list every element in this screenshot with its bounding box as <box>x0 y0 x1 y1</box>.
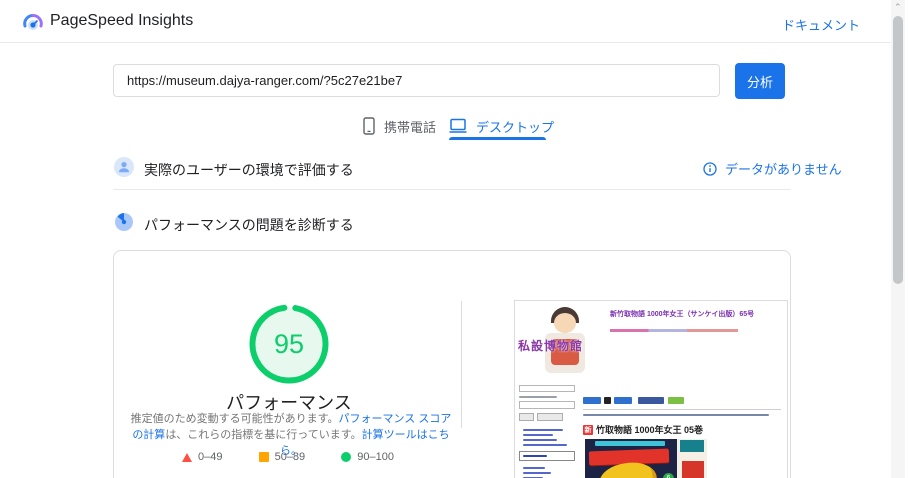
comic-cover-image: 6 <box>585 439 707 478</box>
performance-score-value: 95 <box>273 328 305 359</box>
thumb-divider <box>583 409 781 410</box>
thumb-search-box <box>519 401 575 409</box>
thumb-link-line <box>523 444 567 446</box>
thumb-link-line <box>523 467 545 469</box>
thumb-button <box>537 413 563 421</box>
card-vertical-divider <box>461 301 462 428</box>
thumb-site-name: 私設博物館 <box>518 339 584 353</box>
legend-range-label: 0–49 <box>198 451 223 463</box>
performance-score-gauge[interactable]: 95 <box>248 303 330 385</box>
thumb-share-button <box>583 397 601 404</box>
lab-section-title: パフォーマンスの問題を診断する <box>144 217 354 233</box>
thumb-link-line <box>523 455 547 457</box>
legend-orange-square-icon <box>258 452 269 462</box>
lab-data-gauge-icon <box>113 211 135 233</box>
thumb-page-title: 新竹取物語 1000年女王（サンケイ出版）65号 <box>610 311 755 318</box>
disclaimer-text-1: 推定値のため変動する可能性があります。 <box>130 413 339 425</box>
documentation-link[interactable]: ドキュメント <box>782 15 860 34</box>
thumb-share-button <box>668 397 684 404</box>
cover-volume-badge: 6 <box>663 473 674 478</box>
no-data-label: データがありません <box>725 162 842 177</box>
thumb-link-line <box>523 439 557 441</box>
thumb-text-line <box>519 396 557 398</box>
tab-desktop-label: デスクトップ <box>476 119 555 135</box>
field-section-title: 実際のユーザーの環境で評価する <box>144 162 354 178</box>
field-data-user-icon <box>113 156 135 178</box>
disclaimer-text-2: は、これらの指標を基に行っています。 <box>165 429 362 441</box>
legend-red-triangle-icon <box>182 452 192 462</box>
legend-range-label: 90–100 <box>357 451 394 463</box>
pagespeed-logo-icon <box>22 11 44 33</box>
tab-mobile-label: 携帯電話 <box>384 119 437 135</box>
tab-mobile[interactable]: 携帯電話 <box>363 114 436 138</box>
legend-item-good: 90–100 <box>341 451 394 463</box>
page-screenshot-thumbnail: 私設博物館 新竹取物語 1000年女王（サンケイ出版）65号 新 竹取物語 10… <box>514 300 788 478</box>
performance-report-card: 95 パフォーマンス 推定値のため変動する可能性があります。パフォーマンス スコ… <box>113 250 791 478</box>
thumb-article-heading: 新 竹取物語 1000年女王 05巻 <box>583 423 703 436</box>
url-input[interactable]: https://museum.dajya-ranger.com/?5c27e21… <box>113 64 720 97</box>
desktop-icon <box>449 118 467 134</box>
thumb-share-button <box>614 397 632 404</box>
thumb-link-line <box>523 472 551 474</box>
thumb-tags-line <box>583 414 769 416</box>
page-scrollbar[interactable]: ⌃ <box>891 0 905 478</box>
section-divider <box>113 189 791 190</box>
thumb-subtitle-placeholder <box>610 329 738 332</box>
active-tab-underline <box>449 137 546 140</box>
thumb-select-box <box>519 385 575 392</box>
thumb-heading-text: 竹取物語 1000年女王 05巻 <box>596 425 704 435</box>
legend-green-circle-icon <box>341 452 352 462</box>
thumb-link-line <box>523 429 563 431</box>
legend-item-average: 50–89 <box>258 451 306 463</box>
app-title[interactable]: PageSpeed Insights <box>50 12 193 30</box>
info-icon <box>703 161 717 176</box>
thumb-button <box>519 413 534 421</box>
thumb-share-button <box>638 397 664 404</box>
mobile-phone-icon <box>363 117 375 135</box>
app-header: PageSpeed Insights ドキュメント <box>0 0 896 43</box>
score-legend: 0–49 50–89 90–100 <box>182 451 394 463</box>
new-badge: 新 <box>583 424 593 435</box>
legend-range-label: 50–89 <box>274 451 306 463</box>
scrollbar-up-arrow-icon[interactable]: ⌃ <box>894 3 902 12</box>
analyze-button[interactable]: 分析 <box>735 63 785 99</box>
no-data-status[interactable]: データがありません <box>703 159 842 178</box>
thumb-link-line <box>523 434 553 436</box>
legend-item-fail: 0–49 <box>182 451 222 463</box>
thumb-share-button <box>604 397 611 404</box>
scrollbar-thumb[interactable] <box>893 16 903 284</box>
tab-desktop[interactable]: デスクトップ <box>449 114 554 138</box>
